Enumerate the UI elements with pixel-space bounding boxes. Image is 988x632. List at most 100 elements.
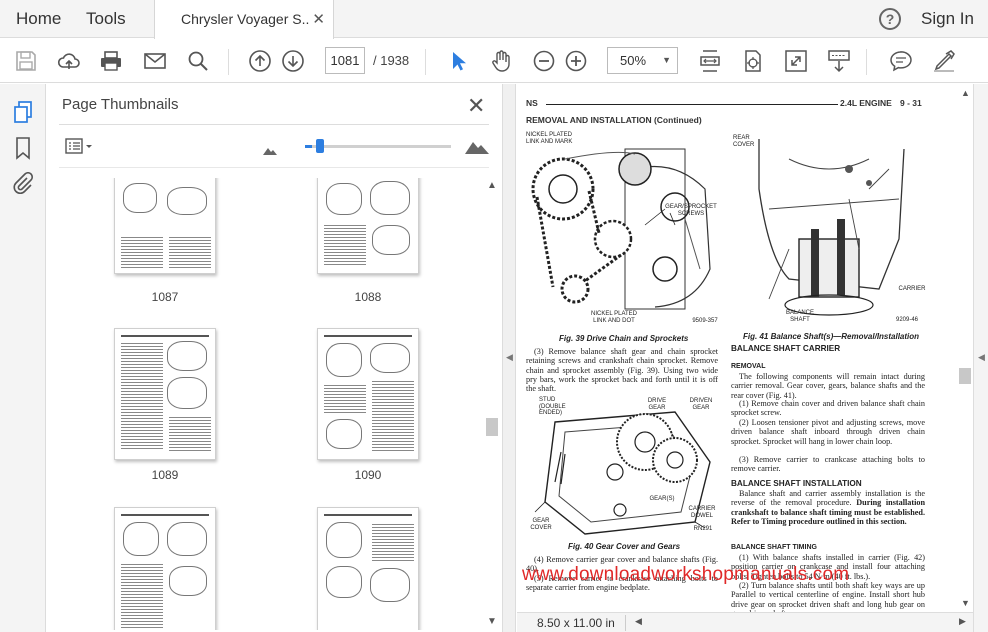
thumbnail-size-slider[interactable] <box>305 139 451 153</box>
panel-splitter[interactable]: ◀ <box>502 84 516 632</box>
scroll-right-icon[interactable]: ▶ <box>959 616 966 627</box>
watermark-text: www.downloadworkshopmanuals.com <box>522 564 850 585</box>
fig39-label-right: GEAR/SPROCKET SCREWS <box>665 204 717 217</box>
next-page-icon[interactable] <box>280 48 306 74</box>
fig39-label-top: NICKEL PLATED LINK AND MARK <box>526 132 573 145</box>
thumbnails-scrollbar[interactable]: ▲ ▼ <box>485 178 499 630</box>
document-tab[interactable]: Chrysler Voyager S... ✕ <box>154 0 334 39</box>
paragraph-removal-2: (2) Loosen tensioner pivot and adjusting… <box>731 418 925 446</box>
thumbnail-page-number: 1090 <box>354 468 382 482</box>
slider-fill <box>305 145 312 148</box>
divider <box>625 615 626 631</box>
thumbnails-panel: Page Thumbnails ✕ 1087 1088 1089 1090 ▲ … <box>47 84 502 632</box>
right-pane-toggle[interactable]: ◀ <box>973 84 988 632</box>
full-screen-icon[interactable] <box>783 48 809 74</box>
fig40-label-stud: STUD (DOUBLE ENDED) <box>539 397 566 416</box>
thumbnail-options-icon[interactable] <box>65 137 95 157</box>
page-thumbnail[interactable] <box>114 178 216 274</box>
page-thumbnail[interactable] <box>317 328 419 460</box>
scroll-mode-icon[interactable] <box>826 48 852 74</box>
zoom-out-icon[interactable] <box>531 48 557 74</box>
scrollbar-thumb[interactable] <box>486 418 498 436</box>
heading-timing: BALANCE SHAFT TIMING <box>731 544 817 551</box>
attachment-icon[interactable] <box>11 171 35 196</box>
paragraph-removal-3: (3) Remove carrier to crankcase attachin… <box>731 455 925 474</box>
fig40-label-dowel: CARRIER DOWEL <box>688 506 716 519</box>
hand-tool-icon[interactable] <box>488 48 514 74</box>
heading-removal: REMOVAL <box>731 363 766 370</box>
heading-carrier: BALANCE SHAFT CARRIER <box>731 344 841 353</box>
help-icon[interactable]: ? <box>879 8 901 30</box>
close-panel-icon[interactable]: ✕ <box>467 93 485 119</box>
header-rule <box>546 104 838 105</box>
home-menu[interactable]: Home <box>16 9 61 29</box>
fig41-label-shaft: BALANCE SHAFT <box>785 310 814 323</box>
cloud-upload-icon[interactable] <box>56 48 82 74</box>
divider <box>59 124 489 125</box>
toolbar-divider <box>866 49 867 75</box>
toolbar-divider <box>425 49 426 75</box>
scroll-down-icon[interactable]: ▼ <box>961 598 970 608</box>
page-thumbnail[interactable] <box>114 507 216 630</box>
page-thumbnail[interactable] <box>317 178 419 274</box>
thumbnail-page-number: 1088 <box>354 290 382 304</box>
paragraph-removal: The following components will remain int… <box>731 372 925 400</box>
section-title: REMOVAL AND INSTALLATION (Continued) <box>526 115 702 125</box>
header-page-number: 9 - 31 <box>900 98 922 108</box>
figure-drive-chain <box>525 129 721 327</box>
select-cursor-icon[interactable] <box>445 48 471 74</box>
paragraph-step-3: (3) Remove balance shaft gear and chain … <box>526 347 718 394</box>
zoom-value: 50% <box>620 53 647 68</box>
scroll-down-icon[interactable]: ▼ <box>487 616 497 627</box>
header-section: 2.4L ENGINE <box>840 98 892 108</box>
zoom-select[interactable]: 50% ▼ <box>607 47 678 74</box>
thumbnail-page-number: 1089 <box>151 468 179 482</box>
comment-icon[interactable] <box>888 48 914 74</box>
page-thumbnail[interactable] <box>317 507 419 630</box>
menu-bar: Home Tools Chrysler Voyager S... ✕ ? Sig… <box>0 0 988 39</box>
tools-menu[interactable]: Tools <box>86 9 126 29</box>
status-bar: 8.50 x 11.00 in ◀ ▶ <box>517 612 973 632</box>
rotate-page-icon[interactable] <box>740 48 766 74</box>
search-icon[interactable] <box>185 48 211 74</box>
navigation-rail <box>0 84 46 632</box>
page-number-input[interactable]: 1081 <box>325 47 365 74</box>
scrollbar-thumb[interactable] <box>959 368 971 384</box>
collapse-panel-icon[interactable]: ◀ <box>506 352 513 363</box>
scroll-up-icon[interactable]: ▲ <box>961 88 970 98</box>
bookmark-icon[interactable] <box>11 136 35 160</box>
fig39-code: 9509-357 <box>692 318 718 324</box>
page-fit-icon[interactable] <box>697 48 723 74</box>
header-model: NS <box>526 98 538 108</box>
sign-in-button[interactable]: Sign In <box>921 9 974 29</box>
save-icon[interactable] <box>13 48 39 74</box>
thumbnail-page-number: 1087 <box>151 290 179 304</box>
fig40-label-driven: DRIVEN GEAR <box>689 398 713 411</box>
fig40-caption: Fig. 40 Gear Cover and Gears <box>568 542 681 551</box>
highlight-pen-icon[interactable] <box>931 48 957 74</box>
toolbar-divider <box>228 49 229 75</box>
paragraph-removal-1: (1) Remove chain cover and driven balanc… <box>731 399 925 418</box>
zoom-in-icon[interactable] <box>563 48 589 74</box>
document-scrollbar[interactable]: ▲ ▼ <box>957 84 973 612</box>
fig41-label-carrier: CARRIER <box>898 286 926 292</box>
small-thumbnails-icon[interactable] <box>263 142 277 160</box>
scroll-up-icon[interactable]: ▲ <box>487 180 497 191</box>
page-thumbnail[interactable] <box>114 328 216 460</box>
chevron-down-icon: ▼ <box>662 55 671 65</box>
figure-balance-shaft <box>729 129 925 329</box>
email-icon[interactable] <box>142 48 168 74</box>
previous-page-icon[interactable] <box>247 48 273 74</box>
scroll-left-icon[interactable]: ◀ <box>635 616 642 627</box>
slider-handle[interactable] <box>316 139 324 153</box>
page-thumbnails-icon[interactable] <box>11 100 35 124</box>
expand-right-pane-icon[interactable]: ◀ <box>978 352 985 363</box>
close-tab-icon[interactable]: ✕ <box>312 10 325 28</box>
large-thumbnails-icon[interactable] <box>465 138 489 159</box>
paragraph-install: Balance shaft and carrier assembly insta… <box>731 489 925 526</box>
print-icon[interactable] <box>98 48 124 74</box>
fig40-code: RN291 <box>693 526 713 532</box>
fig40-label-gears: GEAR(S) <box>649 496 675 502</box>
document-page: NS 2.4L ENGINE 9 - 31 REMOVAL AND INSTAL… <box>517 84 957 618</box>
fig41-code: 9209-46 <box>895 317 919 323</box>
